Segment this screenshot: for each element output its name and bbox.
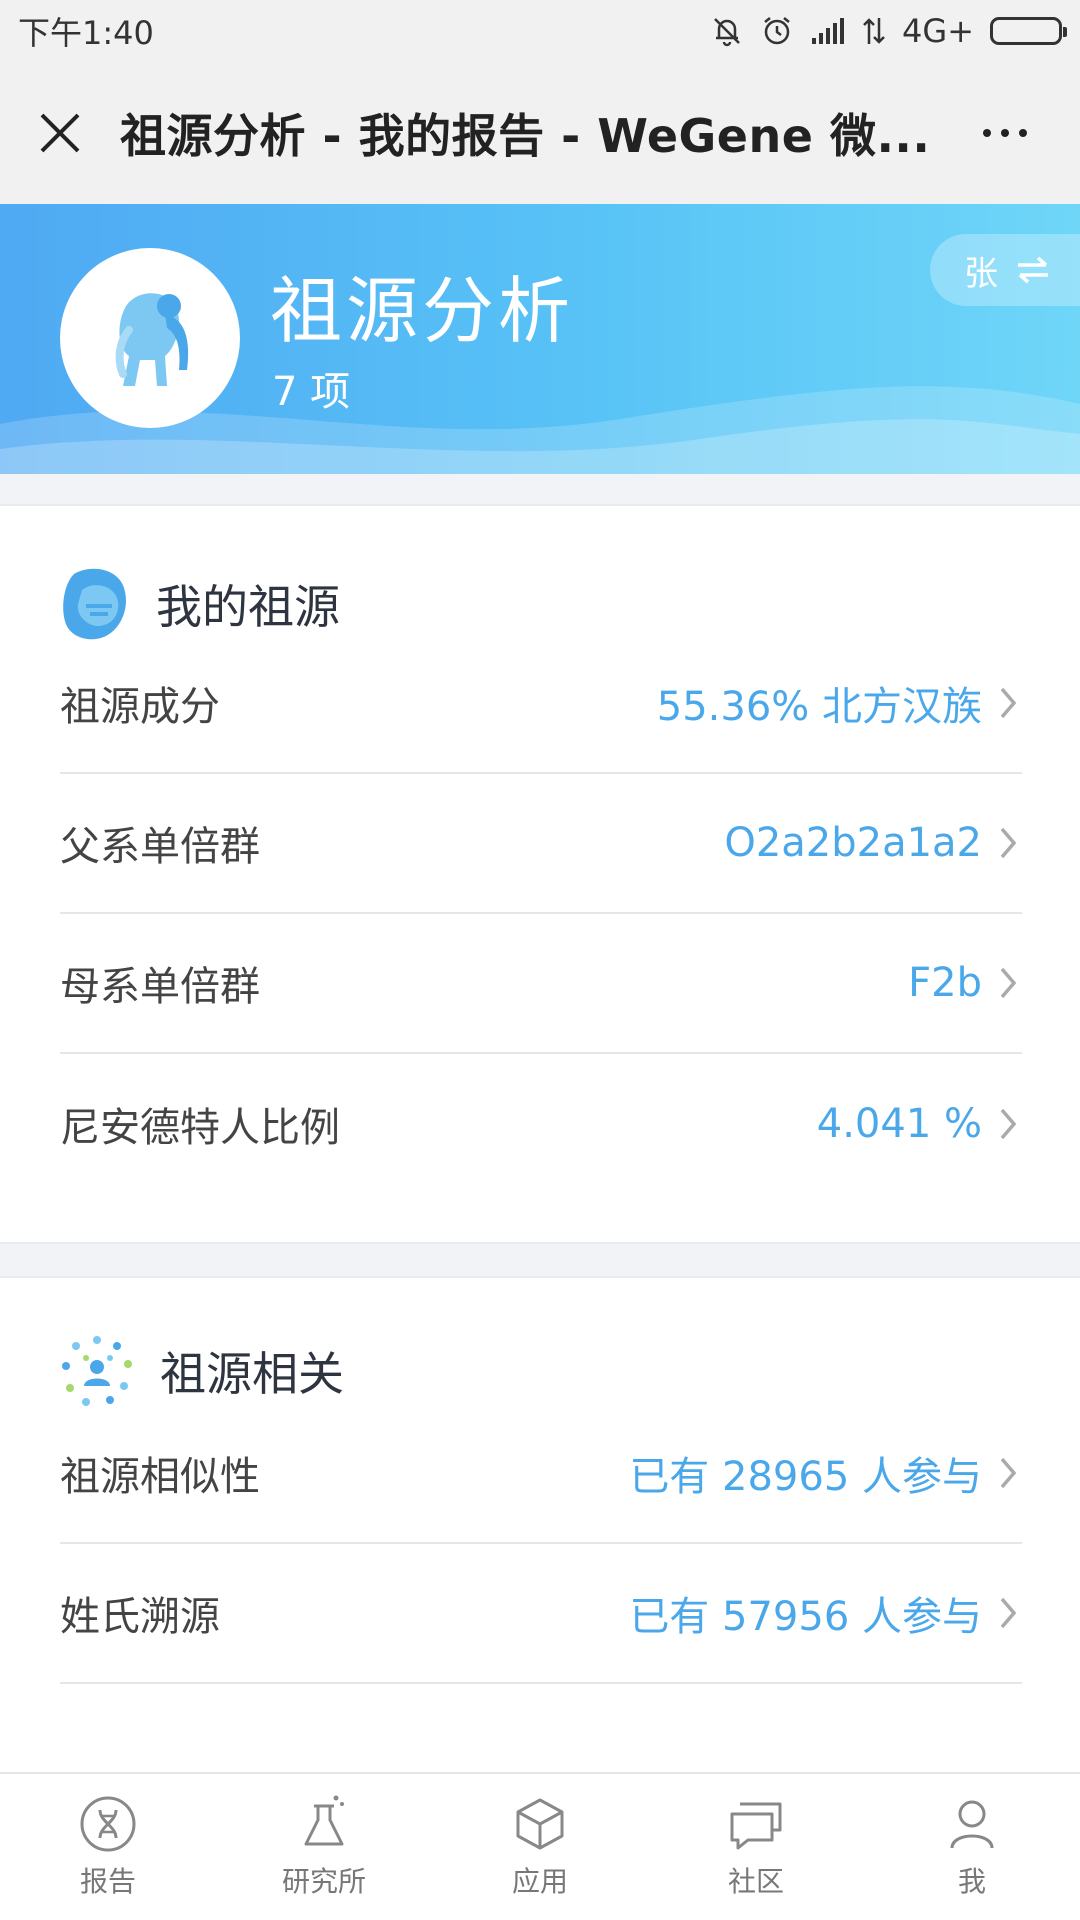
row-label: 父系单倍群 (60, 824, 260, 870)
my-ancestry-header: 我的祖源 (60, 566, 340, 642)
more-options-button[interactable] (960, 103, 1050, 163)
nav-item-apps[interactable]: 应用 (432, 1774, 648, 1920)
more-dot-icon (1019, 129, 1027, 137)
nav-item-report[interactable]: 报告 (0, 1774, 216, 1920)
nav-label: 社区 (727, 1865, 784, 1898)
chevron-right-icon (998, 823, 1022, 863)
ancestry-related-card: 祖源相关 祖源相似性 已有 28965 人参与 姓氏溯源 已有 57956 人参… (0, 1276, 1080, 1776)
chevron-right-icon (998, 1453, 1022, 1493)
more-dot-icon (1001, 129, 1009, 137)
ancestry-composition-row[interactable]: 祖源成分 55.36% 北方汉族 (60, 634, 1022, 774)
alarm-icon (760, 14, 794, 48)
status-icons: 4G+ (710, 12, 1067, 50)
neanderthal-ratio-row[interactable]: 尼安德特人比例 4.041 % (60, 1054, 1022, 1194)
chevron-right-icon (998, 683, 1022, 723)
close-icon (40, 113, 80, 153)
row-label: 祖源成分 (60, 684, 220, 730)
row-label: 母系单倍群 (60, 964, 260, 1010)
person-icon (950, 1800, 994, 1849)
row-value: O2a2b2a1a2 (724, 820, 982, 866)
mute-bell-icon (710, 14, 744, 48)
ancestry-avatar (60, 248, 240, 428)
switch-profile-label: 张 (964, 253, 998, 294)
flask-icon (304, 1795, 344, 1846)
nav-item-community[interactable]: 社区 (648, 1774, 864, 1920)
row-value: F2b (908, 960, 982, 1006)
maternal-haplogroup-row[interactable]: 母系单倍群 F2b (60, 914, 1022, 1054)
title-bar: 祖源分析 - 我的报告 - WeGene 微... (0, 62, 1080, 204)
ancestry-related-header: 祖源相关 (60, 1334, 344, 1408)
switch-profile-button[interactable]: 张 (930, 234, 1080, 306)
network-people-icon (62, 1336, 132, 1406)
ape-icon (115, 293, 189, 386)
data-transfer-icon (862, 16, 886, 46)
signal-icon (810, 16, 846, 46)
nav-item-research[interactable]: 研究所 (216, 1774, 432, 1920)
row-label: 姓氏溯源 (60, 1594, 220, 1640)
row-value: 已有 28965 人参与 (629, 1454, 982, 1500)
more-dot-icon (983, 129, 991, 137)
status-bar: 下午1:40 4G+ (0, 0, 1080, 62)
ancestry-related-title: 祖源相关 (160, 1347, 344, 1401)
cube-icon (516, 1798, 564, 1850)
page-title: 祖源分析 - 我的报告 - WeGene 微... (120, 109, 931, 163)
chat-icon (730, 1802, 782, 1850)
surname-origin-row[interactable]: 姓氏溯源 已有 57956 人参与 (60, 1544, 1022, 1684)
banner-item-count: 7 项 (272, 369, 351, 415)
chevron-right-icon (998, 1593, 1022, 1633)
row-label: 尼安德特人比例 (60, 1105, 340, 1151)
nav-label: 研究所 (281, 1865, 366, 1898)
row-label: 祖源相似性 (60, 1454, 260, 1500)
nav-label: 应用 (511, 1865, 568, 1898)
close-button[interactable] (30, 103, 90, 163)
row-value: 4.041 % (816, 1101, 982, 1147)
network-type: 4G+ (902, 12, 974, 50)
report-banner: 祖源分析 7 项 张 (0, 204, 1080, 474)
banner-title: 祖源分析 (270, 269, 575, 353)
chevron-right-icon (998, 1104, 1022, 1144)
status-time: 下午1:40 (18, 14, 154, 52)
ancestry-head-icon (63, 568, 126, 640)
battery-icon (990, 17, 1067, 45)
paternal-haplogroup-row[interactable]: 父系单倍群 O2a2b2a1a2 (60, 774, 1022, 914)
nav-item-me[interactable]: 我 (864, 1774, 1080, 1920)
ancestry-similarity-row[interactable]: 祖源相似性 已有 28965 人参与 (60, 1404, 1022, 1544)
dna-icon (80, 1796, 136, 1852)
row-value: 已有 57956 人参与 (629, 1594, 982, 1640)
nav-label: 报告 (79, 1865, 136, 1898)
row-value: 55.36% 北方汉族 (656, 684, 982, 730)
bottom-nav: 报告 研究所 应用 社区 我 (0, 1772, 1080, 1920)
my-ancestry-title: 我的祖源 (156, 580, 340, 634)
swap-arrows-icon (1018, 256, 1048, 284)
chevron-right-icon (998, 963, 1022, 1003)
nav-label: 我 (957, 1865, 986, 1898)
my-ancestry-card: 我的祖源 祖源成分 55.36% 北方汉族 父系单倍群 O2a2b2a1a2 母… (0, 504, 1080, 1244)
